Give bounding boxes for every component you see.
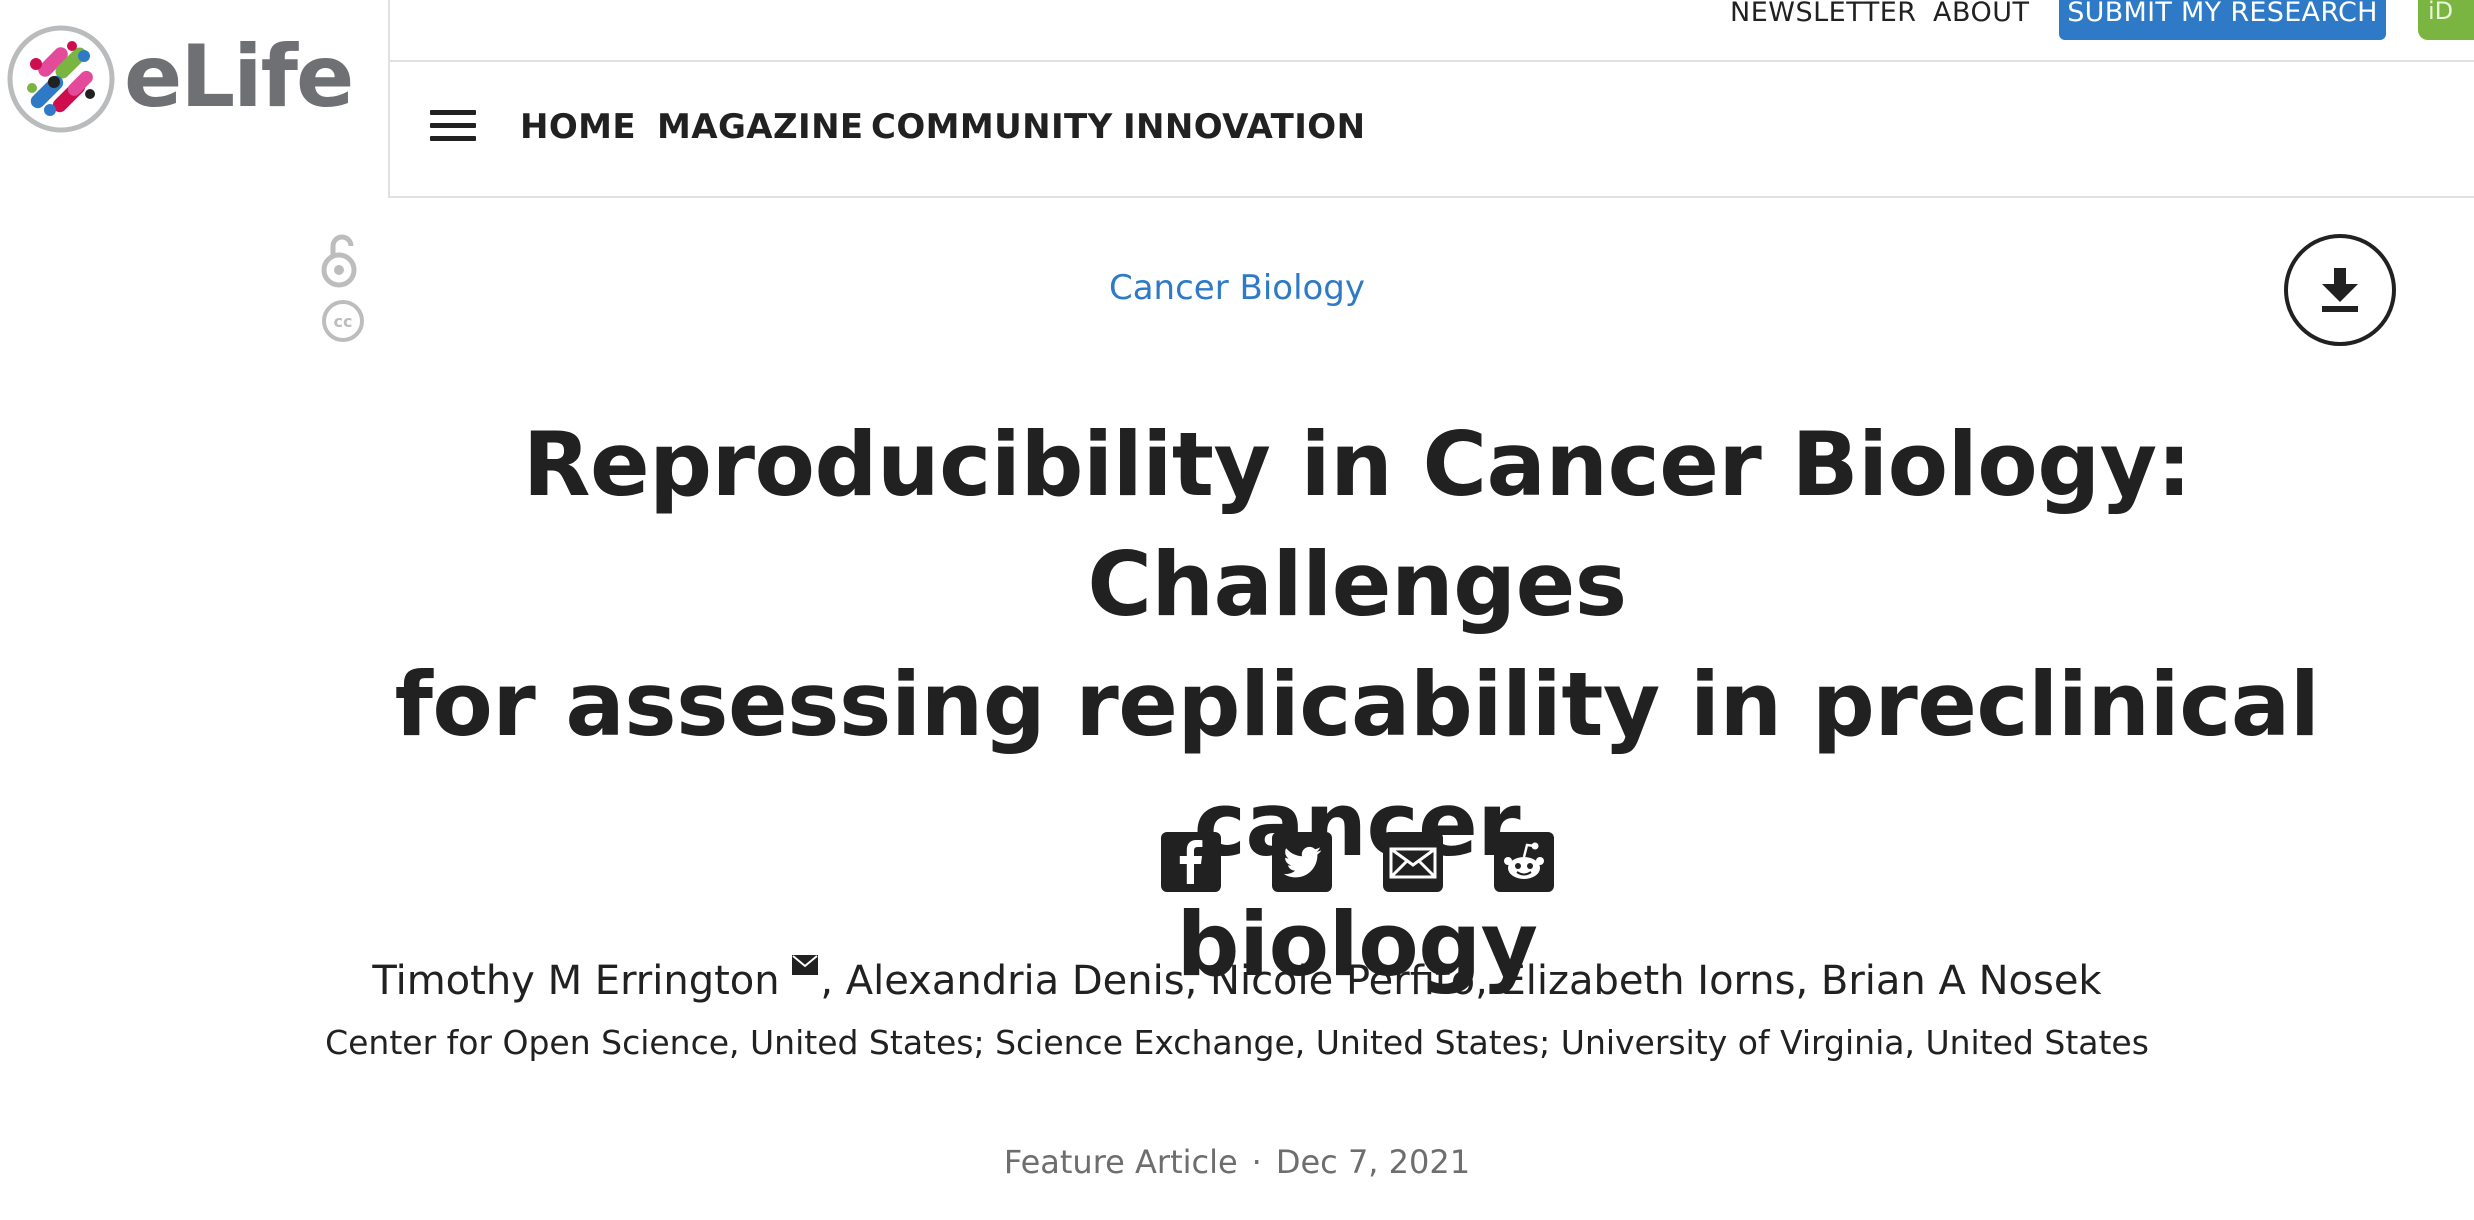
share-email-button[interactable] (1383, 832, 1443, 892)
article-type[interactable]: Feature Article (1004, 1143, 1238, 1181)
author-name[interactable]: Nicole Perfito (1210, 958, 1475, 1004)
share-reddit-button[interactable] (1494, 832, 1554, 892)
svg-text:cc: cc (334, 312, 353, 331)
title-line: Reproducibility in Cancer Biology: Chall… (522, 413, 2192, 636)
author-name[interactable]: Timothy M Errington (372, 958, 779, 1004)
download-button[interactable] (2284, 234, 2396, 346)
publication-date: Dec 7, 2021 (1275, 1143, 1471, 1181)
corresponding-author-email-icon[interactable] (792, 955, 819, 975)
meta-separator: · (1251, 1143, 1262, 1181)
site-logo[interactable]: eLife (0, 0, 390, 198)
share-facebook-button[interactable] (1161, 832, 1221, 892)
subject-link[interactable]: Cancer Biology (0, 265, 2474, 311)
menu-hamburger-icon[interactable] (430, 110, 480, 150)
affiliation-list: Center for Open Science, United States; … (325, 1023, 2149, 1062)
author-list: Timothy M Errington , Alexandria Denis, … (0, 953, 2474, 1009)
submit-research-button[interactable]: SUBMIT MY RESEARCH (2059, 0, 2386, 40)
facebook-icon (1179, 840, 1203, 884)
title-line: for assessing replicability in preclinic… (394, 653, 2320, 876)
author-name[interactable]: Brian A Nosek (1821, 958, 2102, 1004)
author-name[interactable]: Elizabeth Iorns (1501, 958, 1796, 1004)
article-title: Reproducibility in Cancer Biology: Chall… (330, 405, 2384, 1005)
nav-item-home[interactable]: HOME (520, 102, 636, 152)
twitter-icon (1283, 846, 1322, 878)
elife-logo-icon (7, 25, 115, 133)
reddit-icon (1504, 842, 1544, 879)
article-meta: Feature Article · Dec 7, 2021 (0, 1140, 2474, 1184)
email-icon (1389, 847, 1437, 879)
about-link[interactable]: ABOUT (1933, 0, 2030, 26)
newsletter-link[interactable]: NEWSLETTER (1730, 0, 1917, 26)
nav-item-innovation[interactable]: INNOVATION (1123, 102, 1365, 152)
share-twitter-button[interactable] (1272, 832, 1332, 892)
nav-item-community[interactable]: COMMUNITY (871, 102, 1113, 152)
utility-bar: NEWSLETTER ABOUT SUBMIT MY RESEARCH iD (390, 0, 2474, 62)
main-nav: HOME MAGAZINE COMMUNITY INNOVATION (390, 62, 2474, 198)
logo-wordmark: eLife (124, 27, 354, 127)
nav-item-magazine[interactable]: MAGAZINE (657, 102, 864, 152)
orcid-login-icon[interactable]: iD (2418, 0, 2474, 40)
download-icon (2322, 268, 2358, 312)
author-name[interactable]: Alexandria Denis (846, 958, 1185, 1004)
